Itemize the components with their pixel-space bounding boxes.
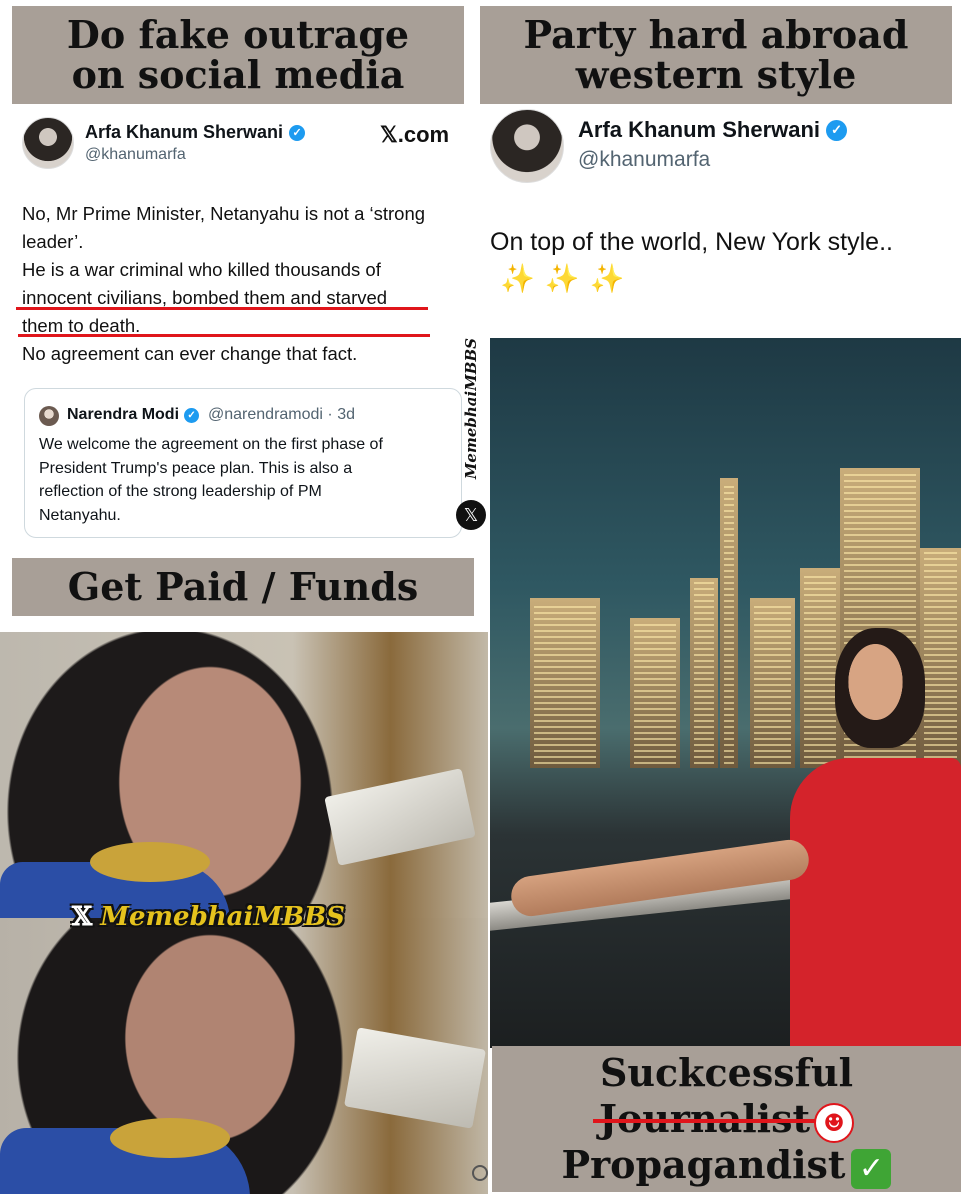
check-mark-icon: ✓	[851, 1148, 892, 1189]
cash-bundle	[344, 1027, 486, 1129]
watermark-text: MemebhaiMBBS	[100, 902, 345, 932]
verdict-word: Propagandist	[561, 1142, 846, 1187]
tweet-text: No, Mr Prime Minister, Netanyahu is not …	[22, 200, 472, 368]
red-underline	[16, 307, 428, 310]
necklace-shape	[110, 1118, 230, 1158]
struck-word: Journalist	[592, 1096, 817, 1141]
quoted-text-line: President Trump's peace plan. This is al…	[39, 459, 353, 477]
tweet-author-name[interactable]: Arfa Khanum Sherwani ✓	[578, 117, 848, 143]
tweet-text-line: No agreement can ever change that fact.	[22, 343, 358, 364]
x-com-label: 𝕏.com	[380, 122, 450, 147]
money-photo-top	[0, 632, 488, 918]
woman-head-shape	[835, 628, 925, 748]
banner-line: western style	[575, 52, 857, 97]
x-logo-icon: 𝕏	[456, 500, 486, 530]
avatar[interactable]	[22, 117, 74, 169]
corner-badge-icon	[472, 1165, 488, 1181]
quoted-author: Narendra Modi ✓ @narendramodi · 3d	[67, 406, 355, 424]
banner-line: Party hard abroad	[523, 12, 909, 58]
avatar	[39, 406, 59, 426]
tweet-text-line: leader’.	[22, 231, 84, 252]
quoted-text-line: We welcome the agreement on the first ph…	[39, 436, 383, 453]
necklace-shape	[90, 842, 210, 882]
verdict-box: Suckcessful Journalist ☻ Propagandist ✓	[492, 1046, 961, 1192]
vertical-watermark: MemebhaiMBBS 𝕏	[456, 336, 486, 536]
verified-badge-icon: ✓	[289, 124, 306, 141]
verdict-line: Propagandist ✓	[492, 1142, 961, 1189]
quoted-text: We welcome the agreement on the first ph…	[39, 433, 449, 527]
cash-bundle	[324, 768, 476, 866]
quoted-text-line: Netanyahu.	[39, 506, 121, 524]
verdict-line: Suckcessful	[599, 1050, 854, 1095]
sparkles-icon: ✨✨✨	[500, 262, 635, 295]
red-dress-shape	[790, 758, 961, 1048]
building-shape	[690, 578, 718, 768]
building-shape	[750, 598, 795, 768]
quoted-author-handle: @narendramodi · 3d	[208, 406, 355, 423]
building-shape	[720, 478, 738, 768]
building-shape	[920, 548, 961, 768]
banner-party-abroad: Party hard abroad western style	[480, 6, 952, 104]
building-shape	[800, 568, 840, 768]
tweet-author-name[interactable]: Arfa Khanum Sherwani ✓	[85, 122, 306, 143]
red-underline	[18, 334, 430, 337]
verified-badge-icon: ✓	[184, 407, 200, 423]
building-shape	[630, 618, 680, 768]
clown-face-icon: ☻	[814, 1102, 855, 1143]
memebhai-watermark: 𝕏 MemebhaiMBBS	[72, 902, 345, 932]
watermark-text: MemebhaiMBBS	[462, 338, 480, 480]
author-name-text: Arfa Khanum Sherwani	[578, 117, 821, 142]
banner-line: Do fake outrage	[66, 12, 410, 58]
banner-line: on social media	[71, 52, 405, 97]
x-logo-icon: 𝕏	[72, 902, 93, 932]
verdict-line: Journalist ☻	[492, 1096, 961, 1143]
money-photo-bottom	[0, 918, 488, 1194]
tweet-text-line: He is a war criminal who killed thousand…	[22, 259, 381, 280]
banner-line: Get Paid / Funds	[67, 564, 419, 610]
avatar[interactable]	[490, 109, 564, 183]
author-name-text: Arfa Khanum Sherwani	[85, 122, 284, 142]
verified-badge-icon: ✓	[826, 119, 848, 141]
tweet-text: On top of the world, New York style..	[490, 228, 893, 256]
banner-fake-outrage: Do fake outrage on social media	[12, 6, 464, 104]
quoted-text-line: reflection of the strong leadership of P…	[39, 483, 322, 500]
building-shape	[530, 598, 600, 768]
quoted-author-name: Narendra Modi	[67, 406, 180, 423]
banner-get-paid: Get Paid / Funds	[12, 558, 474, 616]
tweet-author-handle[interactable]: @khanumarfa	[85, 146, 186, 164]
quoted-tweet[interactable]: Narendra Modi ✓ @narendramodi · 3d We we…	[24, 388, 462, 538]
tweet-author-handle[interactable]: @khanumarfa	[578, 148, 710, 172]
new-york-photo	[490, 338, 961, 1048]
tweet-text-line: No, Mr Prime Minister, Netanyahu is not …	[22, 203, 426, 224]
